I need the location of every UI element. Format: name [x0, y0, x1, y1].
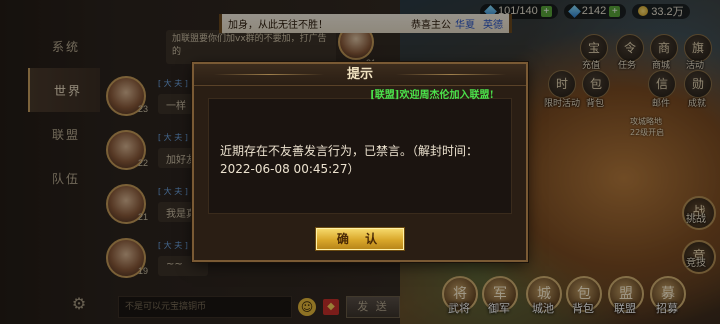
- title-divider: [396, 74, 506, 75]
- title-divider: [214, 74, 324, 75]
- confirm-button[interactable]: 确 认: [316, 228, 404, 250]
- dialog-title: 提示: [194, 64, 526, 86]
- alliance-notice: [联盟]欢迎周杰伦加入联盟!: [370, 90, 494, 101]
- dialog-message: 近期存在不友善发言行为，已禁言。（解封时间：2022-06-08 00:45:2…: [220, 144, 479, 176]
